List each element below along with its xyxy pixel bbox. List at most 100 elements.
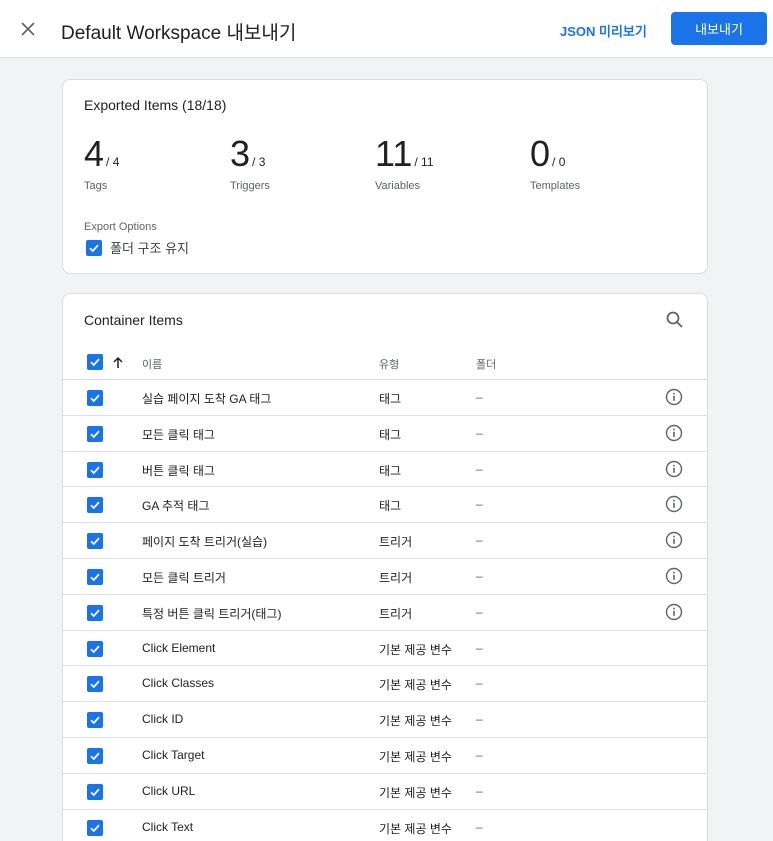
item-name: 페이지 도착 트리거(실습) [142,535,268,550]
item-folder: – [476,390,483,404]
check-icon [90,573,100,582]
table-row[interactable]: GA 추적 태그 태그 – [63,487,707,524]
item-name: 실습 페이지 도착 GA 태그 [142,392,272,406]
item-list: 실습 페이지 도착 GA 태그 태그 – 모든 클릭 태그 태그 – 버튼 클릭 태그 태그 –… [63,380,707,841]
stat-templates: 0/ 0 Templates [530,133,581,193]
item-folder: – [476,676,483,691]
table-row[interactable]: Click URL 기본 제공 변수 – [63,774,707,810]
table-row[interactable]: Click ID 기본 제공 변수 – [63,702,707,738]
item-type: 기본 제공 변수 [379,678,452,693]
table-row[interactable]: 모든 클릭 태그 태그 – [63,416,707,452]
column-folder[interactable]: 폴더 [476,356,496,372]
keep-folder-option: 폴더 구조 유지 [86,238,189,257]
info-icon[interactable] [665,388,683,406]
info-icon[interactable] [665,495,683,513]
item-folder: – [476,461,483,476]
top-bar: Default Workspace 내보내기 JSON 미리보기 내보내기 [0,0,773,58]
item-type: 태그 [379,392,402,406]
check-icon [90,752,100,761]
info-icon[interactable] [665,460,683,478]
column-type[interactable]: 유형 [379,356,399,372]
table-row[interactable]: 실습 페이지 도착 GA 태그 태그 – [63,380,707,416]
item-name: GA 추적 태그 [142,499,210,514]
column-name[interactable]: 이름 [142,356,162,372]
item-type: 기본 제공 변수 [379,749,452,764]
info-icon[interactable] [665,424,683,442]
item-type: 기본 제공 변수 [379,714,452,729]
stat-total: / 4 [106,155,120,169]
item-type: 기본 제공 변수 [379,821,452,836]
close-icon[interactable] [18,19,38,39]
item-name: 버튼 클릭 태그 [142,463,215,478]
check-icon [90,358,100,367]
info-icon[interactable] [665,603,683,621]
item-folder: – [476,568,483,583]
stat-total: / 3 [252,155,266,169]
arrow-up-icon[interactable] [111,356,125,370]
item-type: 트리거 [379,570,413,585]
stat-label: Templates [530,180,581,192]
exported-items-title: Exported Items (18/18) [84,97,227,113]
row-checkbox[interactable] [87,604,103,621]
item-name: Click Text [142,819,194,834]
stat-label: Variables [375,180,421,192]
table-row[interactable]: Click Element 기본 제공 변수 – [63,631,707,667]
item-folder: – [476,712,483,727]
item-folder: – [476,425,483,440]
row-checkbox[interactable] [87,676,103,693]
item-type: 기본 제공 변수 [379,642,452,657]
stat-total: / 11 [414,155,434,169]
search-icon[interactable] [665,310,685,330]
item-name: Click ID [142,712,184,727]
row-checkbox[interactable] [87,640,103,657]
row-checkbox[interactable] [87,568,103,585]
export-button[interactable]: 내보내기 [671,12,767,45]
table-row[interactable]: 페이지 도착 트리거(실습) 트리거 – [63,523,707,559]
row-checkbox[interactable] [87,425,103,442]
table-row[interactable]: Click Target 기본 제공 변수 – [63,738,707,774]
keep-folder-label: 폴더 구조 유지 [110,241,189,256]
container-items-title: Container Items [84,312,183,328]
stat-count: 4 [84,133,105,174]
check-icon [90,466,100,474]
row-checkbox[interactable] [87,819,103,836]
item-type: 트리거 [379,606,413,621]
item-folder: – [476,783,483,798]
table-row[interactable]: 모든 클릭 트리거 트리거 – [63,559,707,595]
item-type: 기본 제공 변수 [379,785,452,800]
info-icon[interactable] [665,567,683,585]
stat-count: 3 [230,133,251,174]
row-checkbox[interactable] [87,497,103,514]
check-icon [90,680,100,689]
table-row[interactable]: Click Classes 기본 제공 변수 – [63,666,707,703]
check-icon [90,645,100,653]
keep-folder-checkbox[interactable] [86,239,102,256]
item-name: Click Element [142,640,216,655]
json-preview-button[interactable]: JSON 미리보기 [560,21,647,40]
table-row[interactable]: 특정 버튼 클릭 트리거(태그) 트리거 – [63,595,707,631]
table-row[interactable]: 버튼 클릭 태그 태그 – [63,452,707,488]
stat-count: 0 [530,133,551,174]
row-checkbox[interactable] [87,533,103,550]
stat-label: Tags [84,180,108,192]
row-checkbox[interactable] [87,712,103,729]
item-folder: – [476,747,483,762]
table-row[interactable]: Click Text 기본 제공 변수 – [63,810,707,841]
item-folder: – [476,533,483,548]
check-icon [90,501,100,510]
row-checkbox[interactable] [87,390,103,406]
item-name: Click Classes [142,676,215,691]
row-checkbox[interactable] [87,747,103,764]
info-icon[interactable] [665,531,683,549]
row-checkbox[interactable] [87,461,103,478]
select-all-checkbox[interactable] [87,354,103,370]
check-icon [89,244,99,252]
check-icon [90,394,100,403]
item-folder: – [476,640,483,655]
stat-total: / 0 [552,155,566,169]
stat-tags: 4/ 4 Tags [84,133,120,193]
check-icon [90,716,100,725]
row-checkbox[interactable] [87,783,103,800]
item-name: Click Target [142,747,205,762]
table-header: 이름 유형 폴더 [63,350,707,380]
